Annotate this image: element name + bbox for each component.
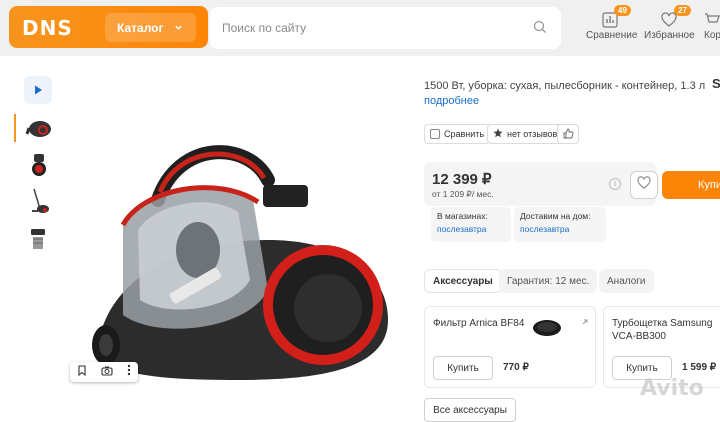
compare-count-badge: 49 xyxy=(614,5,631,16)
video-play-button[interactable] xyxy=(24,76,52,104)
favorites-link[interactable]: 27 Избранное xyxy=(644,5,695,41)
price-card: 12 399 ₽ от 1 209 ₽/ мес. i xyxy=(424,162,656,206)
avito-watermark: Avito xyxy=(640,376,704,401)
image-toolbar xyxy=(70,362,138,382)
catalog-button[interactable]: Каталог xyxy=(105,13,196,42)
thumbnail-4[interactable] xyxy=(24,224,54,254)
product-price: 12 399 ₽ xyxy=(432,171,492,188)
accessory-price: 1 599 ₽ xyxy=(682,362,717,373)
play-icon xyxy=(35,85,42,95)
more-options-icon[interactable] xyxy=(127,363,131,381)
accessory-buy-button[interactable]: Купить xyxy=(433,356,493,380)
dns-logo[interactable]: DNS xyxy=(22,16,73,40)
delivery-store-value[interactable]: послезавтра xyxy=(437,224,505,234)
accessory-name[interactable]: Фильтр Arnica BF84 xyxy=(433,317,543,330)
header-logo-area: DNS Каталог xyxy=(9,6,208,48)
star-icon xyxy=(493,128,503,140)
active-thumb-indicator xyxy=(14,114,16,142)
accessory-price: 770 ₽ xyxy=(503,362,529,373)
thumbnail-2[interactable] xyxy=(24,150,54,180)
cut-off-text: S xyxy=(712,76,720,91)
compare-chip-label: Сравнить xyxy=(444,129,485,139)
tab-accessories[interactable]: Аксессуары xyxy=(424,269,502,293)
wishlist-button[interactable] xyxy=(630,171,658,199)
buy-button[interactable]: Купи xyxy=(662,171,720,199)
favorites-label: Избранное xyxy=(644,30,695,41)
camera-icon[interactable] xyxy=(101,363,113,381)
delivery-store: В магазинах: послезавтра xyxy=(431,207,511,242)
external-link-icon[interactable] xyxy=(581,313,589,331)
like-chip[interactable] xyxy=(557,124,579,144)
catalog-label: Каталог xyxy=(117,20,164,35)
reviews-label: нет отзывов xyxy=(507,129,558,139)
more-details-link[interactable]: подробнее xyxy=(424,95,479,107)
thumbnail-1[interactable] xyxy=(24,112,54,142)
favorites-count-badge: 27 xyxy=(674,5,691,16)
info-icon[interactable]: i xyxy=(609,178,621,190)
delivery-home-title: Доставим на дом: xyxy=(520,211,591,221)
compare-checkbox[interactable] xyxy=(430,129,440,139)
search-placeholder: Поиск по сайту xyxy=(222,21,307,35)
compare-checkbox-chip[interactable]: Сравнить xyxy=(424,124,491,144)
delivery-home-value[interactable]: послезавтра xyxy=(520,224,600,234)
search-icon[interactable] xyxy=(533,20,547,39)
compare-chart-icon xyxy=(602,12,618,31)
heart-icon xyxy=(637,176,651,194)
thumbs-up-icon xyxy=(563,128,574,141)
search-field[interactable]: Поиск по сайту xyxy=(210,7,561,49)
reviews-chip[interactable]: нет отзывов xyxy=(487,124,564,144)
delivery-store-title: В магазинах: xyxy=(437,211,488,221)
credit-price[interactable]: от 1 209 ₽/ мес. xyxy=(432,189,494,200)
thumbnail-3[interactable] xyxy=(24,186,54,216)
cart-link[interactable]: Корз xyxy=(704,8,720,41)
accessory-card-1[interactable]: Фильтр Arnica BF84 Купить 770 ₽ xyxy=(424,306,596,388)
tab-warranty[interactable]: Гарантия: 12 мес. xyxy=(499,269,598,293)
compare-label: Сравнение xyxy=(586,30,638,41)
compare-link[interactable]: 49 Сравнение xyxy=(586,5,638,41)
cart-label: Корз xyxy=(704,30,720,41)
delivery-home: Доставим на дом: послезавтра xyxy=(514,207,606,242)
filter-image xyxy=(531,319,563,342)
chevron-down-icon xyxy=(174,21,183,35)
cart-icon xyxy=(704,13,720,31)
all-accessories-button[interactable]: Все аксессуары xyxy=(424,398,516,422)
product-description: 1500 Вт, уборка: сухая, пылесборник - ко… xyxy=(424,80,706,92)
bookmark-icon[interactable] xyxy=(77,363,87,381)
header-bar: DNS Каталог Поиск по сайту 49 Сравнение … xyxy=(0,0,720,56)
thumbnail-strip xyxy=(14,60,66,419)
accessory-name[interactable]: Турбощетка Samsung VCA-BB300 xyxy=(612,317,720,343)
tab-analogs[interactable]: Аналоги xyxy=(599,269,654,293)
product-main-image[interactable] xyxy=(68,130,408,385)
heart-icon xyxy=(661,12,677,31)
